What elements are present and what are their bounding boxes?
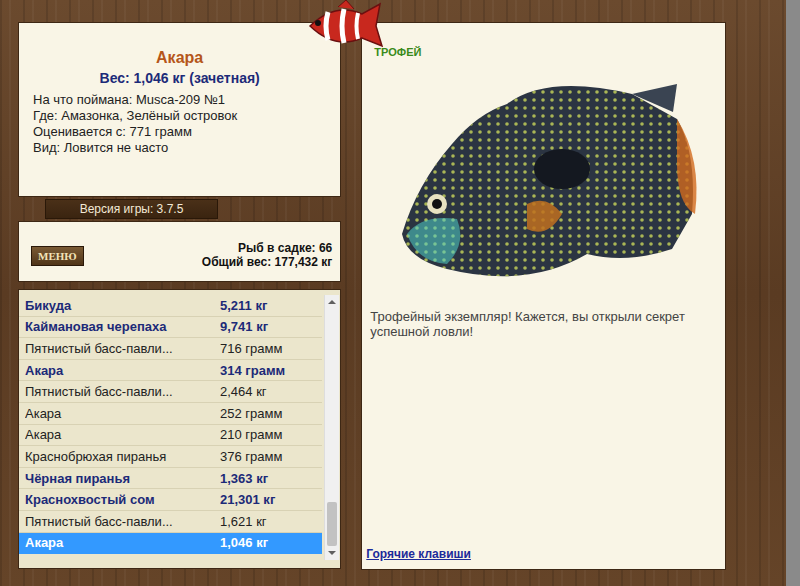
fish-name: Краснохвостый сом xyxy=(25,492,220,507)
fish-weight: 1,046 кг xyxy=(220,535,322,550)
fish-name: Акара xyxy=(25,406,220,421)
scrollbar[interactable] xyxy=(324,295,339,560)
catch-rows: Бикуда5,211 кгКаймановая черепаха9,741 к… xyxy=(19,295,322,560)
fish-weight: 5,211 кг xyxy=(220,298,322,313)
fish-name: Акара xyxy=(25,363,220,378)
keep-net-stats: Рыб в садке: 66Общий вес: 177,432 кг xyxy=(202,241,332,269)
scroll-down-icon[interactable] xyxy=(325,546,339,560)
catch-row[interactable]: Каймановая черепаха9,741 кг xyxy=(19,317,322,339)
fish-weight: 376 грамм xyxy=(220,449,322,464)
hotkeys-link[interactable]: Горячие клавиши xyxy=(366,547,717,561)
catch-detail: Где: Амазонка, Зелёный островок xyxy=(33,108,326,124)
scroll-thumb[interactable] xyxy=(327,502,337,546)
catch-row[interactable]: Пятнистый басс-павли...1,621 кг xyxy=(19,511,322,533)
fish-name: Чёрная пиранья xyxy=(25,471,220,486)
catch-row[interactable]: Акара252 грамм xyxy=(19,403,322,425)
menu-button[interactable]: МЕНЮ xyxy=(31,246,84,266)
trophy-badge: ТРОФЕЙ xyxy=(366,45,717,59)
fish-picture xyxy=(377,64,707,294)
fish-weight: 2,464 кг xyxy=(220,384,322,399)
fish-count: Рыб в садке: 66 xyxy=(202,241,332,255)
fish-weight: 21,301 кг xyxy=(220,492,322,507)
fish-weight: 716 грамм xyxy=(220,341,322,356)
catch-title: Акара xyxy=(33,48,326,68)
catch-list: Бикуда5,211 кгКаймановая черепаха9,741 к… xyxy=(18,289,341,569)
striped-fish-icon xyxy=(300,0,390,52)
fish-picture-area xyxy=(366,59,717,299)
trophy-panel: ТРОФЕЙ Трофейный экземпляр! Кажется, вы о… xyxy=(361,22,726,570)
catch-detail: На что поймана: Musca-209 №1 xyxy=(33,92,326,108)
fish-weight: 9,741 кг xyxy=(220,319,322,334)
scroll-track[interactable] xyxy=(325,309,339,546)
fish-name: Каймановая черепаха xyxy=(25,319,220,334)
fish-name: Акара xyxy=(25,535,220,550)
fish-name: Акара xyxy=(25,427,220,442)
catch-detail: Оценивается с: 771 грамм xyxy=(33,124,326,140)
total-weight: Общий вес: 177,432 кг xyxy=(202,255,332,269)
catch-row[interactable]: Пятнистый басс-павли...716 грамм xyxy=(19,338,322,360)
scroll-up-icon[interactable] xyxy=(325,295,339,309)
fish-weight: 210 грамм xyxy=(220,427,322,442)
catch-info-card: АкараВес: 1,046 кг (зачетная) На что пойм… xyxy=(18,22,341,197)
catch-detail: Вид: Ловится не часто xyxy=(33,140,326,156)
trophy-screen: АкараВес: 1,046 кг (зачетная)На что пойм… xyxy=(0,0,800,586)
fish-weight: 314 грамм xyxy=(220,363,322,378)
catch-row[interactable]: Бикуда5,211 кг xyxy=(19,295,322,317)
catch-row[interactable]: Акара314 грамм xyxy=(19,360,322,382)
fish-name: Бикуда xyxy=(25,298,220,313)
fish-name: Краснобрюхая пиранья xyxy=(25,449,220,464)
catch-row[interactable]: Пятнистый басс-павли...2,464 кг xyxy=(19,381,322,403)
catch-weight: Вес: 1,046 кг (зачетная) xyxy=(33,68,326,88)
keep-net-card: МЕНЮ Рыб в садке: 66Общий вес: 177,432 кг xyxy=(18,221,341,282)
catch-row[interactable]: Акара1,046 кг xyxy=(19,533,322,555)
version-label: Версия игры: 3.7.5 xyxy=(45,199,218,219)
fish-name: Пятнистый басс-павли... xyxy=(25,341,220,356)
catch-row[interactable]: Краснохвостый сом21,301 кг xyxy=(19,489,322,511)
fish-name: Пятнистый басс-павли... xyxy=(25,384,220,399)
catch-row[interactable]: Краснобрюхая пиранья376 грамм xyxy=(19,446,322,468)
fish-name: Пятнистый басс-павли... xyxy=(25,514,220,529)
trophy-message: Трофейный экземпляр! Кажется, вы открыли… xyxy=(366,309,717,339)
fish-weight: 1,363 кг xyxy=(220,471,322,486)
fish-weight: 252 грамм xyxy=(220,406,322,421)
fish-weight: 1,621 кг xyxy=(220,514,322,529)
logo xyxy=(300,0,390,52)
catch-row[interactable]: Акара210 грамм xyxy=(19,425,322,447)
catch-row[interactable]: Чёрная пиранья1,363 кг xyxy=(19,468,322,490)
left-column: АкараВес: 1,046 кг (зачетная)На что пойм… xyxy=(18,22,341,570)
